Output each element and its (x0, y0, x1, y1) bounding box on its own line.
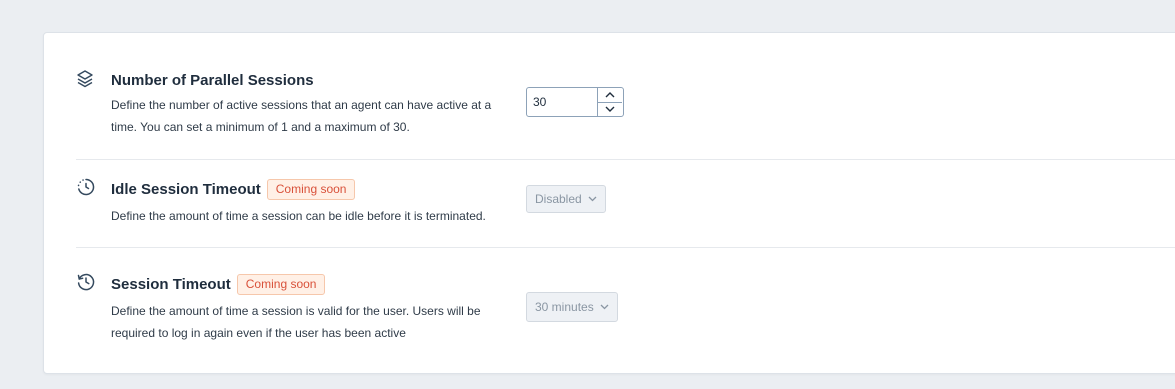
coming-soon-badge: Coming soon (266, 178, 356, 200)
idle-timeout-title: Idle Session Timeout (111, 180, 261, 198)
stepper-arrows (597, 88, 622, 116)
chevron-down-icon (588, 196, 597, 202)
history-clock-icon (76, 272, 96, 292)
parallel-sessions-stepper[interactable] (526, 87, 624, 117)
session-timeout-title: Session Timeout (111, 275, 231, 293)
session-timeout-row: Session Timeout Coming soon Define the a… (76, 248, 1175, 373)
session-timeout-selected-value: 30 minutes (535, 300, 594, 314)
idle-timeout-select[interactable]: Disabled (526, 185, 606, 213)
parallel-sessions-description: Define the number of active sessions tha… (111, 98, 492, 134)
increment-button[interactable] (598, 88, 622, 102)
idle-timeout-title-line: Idle Session Timeout Coming soon (111, 177, 356, 201)
session-timeout-description: Define the amount of time a session is v… (111, 304, 481, 340)
layers-icon (76, 69, 96, 89)
idle-clock-icon (76, 177, 96, 197)
session-settings-card: Number of Parallel Sessions Define the n… (43, 32, 1175, 374)
coming-soon-badge: Coming soon (236, 273, 326, 295)
idle-timeout-selected-value: Disabled (535, 192, 582, 206)
chevron-down-icon (605, 106, 615, 113)
session-timeout-title-line: Session Timeout Coming soon (111, 272, 326, 296)
decrement-button[interactable] (598, 101, 622, 117)
chevron-up-icon (605, 91, 615, 98)
idle-timeout-description: Define the amount of time a session can … (111, 209, 486, 223)
idle-timeout-row: Idle Session Timeout Coming soon Define … (76, 160, 1175, 247)
parallel-sessions-title: Number of Parallel Sessions (111, 71, 314, 89)
chevron-down-icon (600, 304, 609, 310)
parallel-sessions-input[interactable] (527, 88, 597, 116)
parallel-sessions-row: Number of Parallel Sessions Define the n… (76, 33, 1175, 159)
parallel-sessions-title-line: Number of Parallel Sessions (111, 70, 314, 90)
session-timeout-select[interactable]: 30 minutes (526, 292, 618, 322)
